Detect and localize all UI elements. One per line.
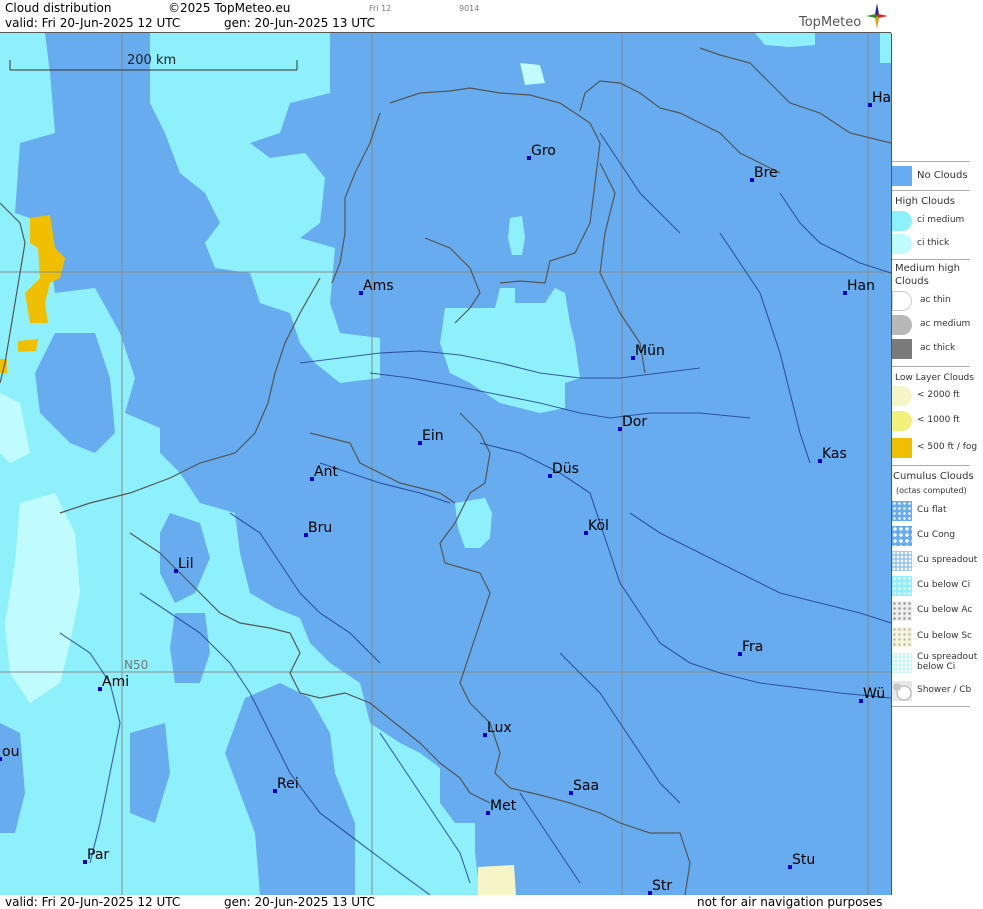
legend-ac-thin: ac thin [892,291,983,313]
generated-time: gen: 20-Jun-2025 13 UTC [224,16,376,30]
map-canvas: 200 km N50 Gro Bre Ha Ams Han Mün Dor Ein Ant Düs… [0,33,891,895]
city-label-ha: Ha [872,90,891,106]
legend-ac-medium: ac medium [892,315,983,337]
map-footer: valid: Fri 20-Jun-2025 12 UTC gen: 20-Ju… [0,895,891,909]
brand-name: TopMeteo [799,15,862,30]
city-label-wü: Wü [863,686,885,702]
map-title: Cloud distribution [5,1,112,15]
city-label-dor: Dor [622,414,647,430]
city-label-ant: Ant [314,464,338,480]
map-header: Cloud distribution ©2025 TopMeteo.eu Fri… [0,0,891,33]
legend-cu-below-sc: Cu below Sc [892,627,983,649]
copyright-text: ©2025 TopMeteo.eu [168,1,291,15]
legend-low-2000: < 2000 ft [892,386,983,408]
run-number: 9014 [459,4,480,13]
legend-cu-below-ac: Cu below Ac [892,601,983,623]
shower-icon [893,683,912,701]
city-label-lil: Lil [178,556,194,572]
city-label-kas: Kas [822,446,847,462]
footer-valid-time: valid: Fri 20-Jun-2025 12 UTC [5,895,181,909]
city-label-ami: Ami [102,674,129,690]
legend-cu-cong: Cu Cong [892,526,983,548]
footer-disclaimer: not for air navigation purposes [697,895,883,909]
cloud-map: 200 km N50 Gro Bre Ha Ams Han Mün Dor Ein Ant Düs… [0,33,892,895]
footer-generated-time: gen: 20-Jun-2025 13 UTC [224,895,376,909]
legend-low-1000: < 1000 ft [892,411,983,433]
legend-ac-thick: ac thick [892,339,983,361]
low-500ft-patch-2 [18,339,38,352]
city-label-par: Par [87,847,109,863]
scale-bar-label: 200 km [127,53,176,68]
legend-low-500: < 500 ft / fog [892,438,983,460]
city-label-ein: Ein [422,428,444,444]
city-label-str: Str [652,878,672,894]
low-2000ft-patch [478,865,516,895]
latitude-label: N50 [124,658,148,672]
legend-panel: No Clouds High Clouds ci medium ci thick… [892,33,983,909]
legend-cu-spreadout: Cu spreadout [892,551,983,573]
city-label-ou: ou [2,744,19,760]
city-label-lux: Lux [487,720,512,736]
valid-time: valid: Fri 20-Jun-2025 12 UTC [5,16,181,30]
city-label-ams: Ams [363,278,394,294]
legend-cu-spreadout-below-ci: Cu spreadout below Ci [892,652,983,675]
city-label-han: Han [847,278,875,294]
city-label-stu: Stu [792,852,815,868]
city-label-bru: Bru [308,520,332,536]
swatch-no-clouds [892,166,912,186]
city-label-rei: Rei [277,776,299,792]
city-label-düs: Düs [552,461,579,477]
legend-ci-thick: ci thick [892,234,983,256]
run-code: Fri 12 [369,4,392,13]
legend-no-clouds: No Clouds [892,166,983,188]
legend-cu-below-ci: Cu below Ci [892,576,983,598]
legend-ci-medium: ci medium [892,211,983,233]
legend-cu-flat: Cu flat [892,501,983,523]
city-label-mün: Mün [635,343,665,359]
city-label-saa: Saa [573,778,599,794]
city-label-bre: Bre [754,165,778,181]
cloud-patch-corner [880,33,891,63]
city-label-met: Met [490,798,517,814]
compass-logo-icon [866,3,888,29]
legend-shower-cb: Shower / Cb [892,681,983,703]
city-label-köl: Köl [588,518,609,534]
city-label-fra: Fra [742,639,763,655]
city-label-gro: Gro [531,143,556,159]
